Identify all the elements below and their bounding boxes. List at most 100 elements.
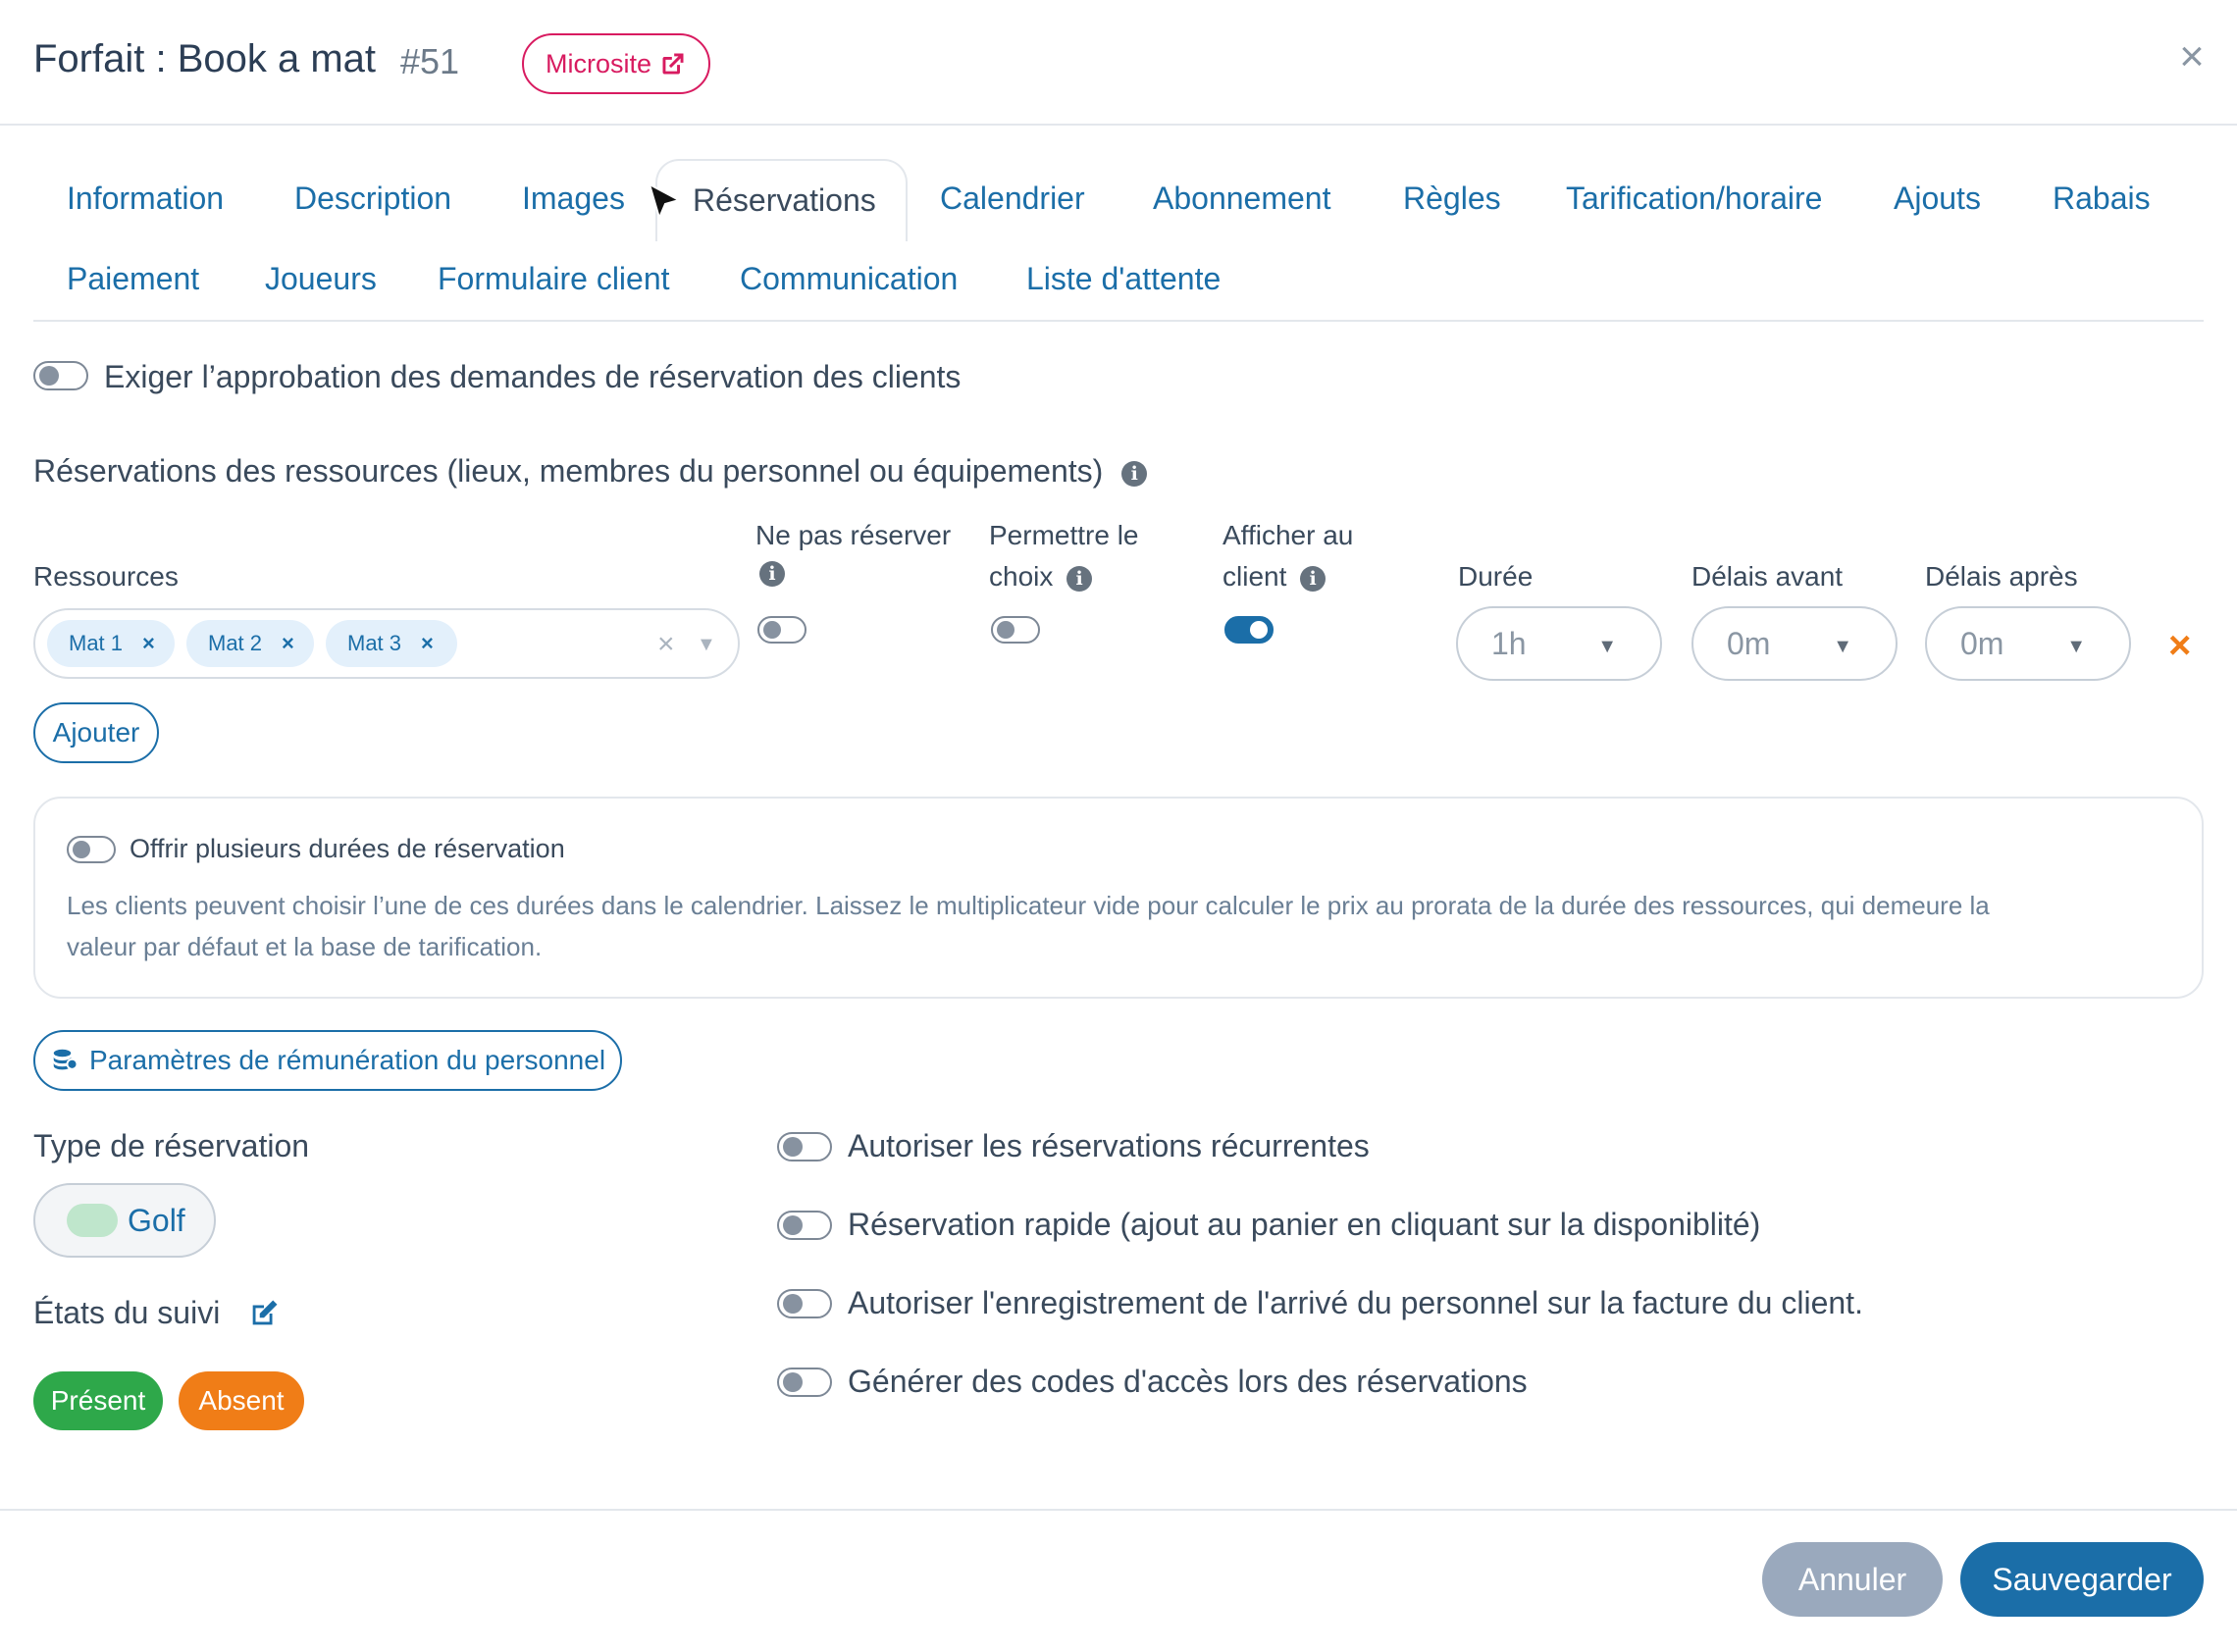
booking-type-chip[interactable]: Golf: [33, 1183, 216, 1258]
tracking-states-label: États du suivi: [33, 1295, 221, 1330]
coins-icon: [53, 1049, 78, 1070]
delay-after-select[interactable]: 0m ▼: [1925, 606, 2131, 681]
chip-label: Mat 3: [347, 631, 402, 655]
save-label: Sauvegarder: [1992, 1561, 2172, 1597]
col-show-client-line2: client: [1223, 561, 1287, 592]
col-show-client: client i: [1223, 561, 1327, 593]
delay-before-value: 0m: [1727, 626, 1771, 661]
external-link-icon: [662, 53, 684, 75]
allow-choice-info-icon[interactable]: i: [1066, 565, 1093, 592]
tab-liste-attente[interactable]: Liste d'attente: [1026, 261, 1221, 297]
delay-after-value: 0m: [1960, 626, 2004, 661]
col-resources: Ressources: [33, 561, 179, 592]
tracking-state-present: Présent: [33, 1371, 163, 1430]
tab-reservations-label: Réservations: [693, 182, 876, 218]
quick-booking-toggle[interactable]: [777, 1211, 832, 1240]
col-delay-before: Délais avant: [1691, 561, 1844, 592]
tracking-state-label: Absent: [198, 1385, 285, 1416]
color-swatch: [67, 1204, 118, 1237]
resource-chip: Mat 3 ×: [326, 620, 457, 667]
chevron-down-icon: ▼: [1833, 636, 1852, 657]
staff-pay-settings-button[interactable]: Paramètres de rémunération du personnel: [33, 1030, 622, 1091]
access-codes-toggle[interactable]: [777, 1368, 832, 1397]
tracking-state-label: Présent: [50, 1385, 146, 1416]
resource-chip: Mat 2 ×: [186, 620, 314, 667]
info-icon[interactable]: i: [1121, 460, 1148, 487]
tab-ajouts[interactable]: Ajouts: [1894, 181, 1981, 217]
col-allow-choice-line2: choix: [989, 561, 1054, 592]
resources-section-title: Réservations des ressources (lieux, memb…: [33, 453, 1148, 490]
cancel-label: Annuler: [1797, 1561, 1907, 1597]
modal-title: Forfait : Book a mat: [33, 37, 377, 80]
tab-formulaire-client[interactable]: Formulaire client: [438, 261, 670, 297]
edit-icon[interactable]: [247, 1297, 281, 1330]
duration-select[interactable]: 1h ▼: [1456, 606, 1662, 681]
chip-label: Mat 1: [69, 631, 124, 655]
show-client-info-icon[interactable]: i: [1300, 565, 1327, 592]
add-resource-button[interactable]: Ajouter: [33, 702, 159, 763]
footer-divider: [0, 1509, 2237, 1511]
col-allow-choice-line1: Permettre le: [989, 520, 1139, 550]
microsite-label: Microsite: [545, 48, 651, 78]
chevron-down-icon[interactable]: ▼: [697, 634, 716, 656]
tab-images[interactable]: Images: [522, 181, 625, 217]
booking-type-value: Golf: [128, 1202, 185, 1238]
tab-reservations[interactable]: Réservations: [655, 159, 908, 241]
save-button[interactable]: Sauvegarder: [1960, 1542, 2204, 1617]
chevron-down-icon: ▼: [1597, 636, 1617, 657]
chip-remove-icon[interactable]: ×: [421, 631, 434, 656]
multi-duration-toggle[interactable]: [67, 836, 116, 863]
cancel-button[interactable]: Annuler: [1762, 1542, 1943, 1617]
tab-communication[interactable]: Communication: [740, 261, 958, 297]
chip-remove-icon[interactable]: ×: [282, 631, 294, 656]
approval-toggle[interactable]: [33, 361, 88, 390]
recurring-toggle[interactable]: [777, 1132, 832, 1162]
no-book-toggle[interactable]: [757, 616, 806, 644]
clear-selection-icon[interactable]: ×: [657, 628, 675, 661]
tab-tarification[interactable]: Tarification/horaire: [1566, 181, 1822, 217]
close-icon[interactable]: ×: [2172, 35, 2211, 78]
microsite-button[interactable]: Microsite: [522, 33, 710, 94]
tab-information[interactable]: Information: [67, 181, 224, 217]
tab-abonnement[interactable]: Abonnement: [1153, 181, 1330, 217]
access-codes-label: Générer des codes d'accès lors des réser…: [848, 1364, 1528, 1399]
tabs-divider: [33, 320, 2204, 322]
add-resource-label: Ajouter: [52, 717, 140, 748]
resources-section-title-text: Réservations des ressources (lieux, memb…: [33, 453, 1104, 489]
tracking-state-absent: Absent: [179, 1371, 304, 1430]
package-number: #51: [400, 41, 460, 81]
tab-regles[interactable]: Règles: [1403, 181, 1501, 217]
col-allow-choice: choix i: [989, 561, 1093, 593]
allow-choice-toggle[interactable]: [991, 616, 1040, 644]
approval-label: Exiger l’approbation des demandes de rés…: [104, 359, 962, 394]
resource-chip: Mat 1 ×: [47, 620, 175, 667]
tab-description[interactable]: Description: [294, 181, 451, 217]
staff-checkin-label: Autoriser l'enregistrement de l'arrivé d…: [848, 1285, 1863, 1320]
quick-booking-label: Réservation rapide (ajout au panier en c…: [848, 1207, 1761, 1242]
duration-value: 1h: [1491, 626, 1527, 661]
col-duration: Durée: [1458, 561, 1534, 592]
chip-remove-icon[interactable]: ×: [142, 631, 155, 656]
remove-row-icon[interactable]: ×: [2168, 624, 2191, 668]
chip-label: Mat 2: [208, 631, 263, 655]
show-client-toggle[interactable]: [1224, 616, 1274, 644]
header-divider: [0, 124, 2237, 126]
delay-before-select[interactable]: 0m ▼: [1691, 606, 1898, 681]
tab-rabais[interactable]: Rabais: [2053, 181, 2151, 217]
resources-multiselect[interactable]: Mat 1 × Mat 2 × Mat 3 × × ▼: [33, 608, 740, 679]
booking-type-label: Type de réservation: [33, 1128, 310, 1163]
multi-duration-panel: Offrir plusieurs durées de réservation L…: [33, 797, 2204, 999]
multi-duration-help-line2: valeur par défaut et la base de tarifica…: [67, 932, 543, 961]
multi-duration-label: Offrir plusieurs durées de réservation: [130, 834, 565, 863]
col-no-book: Ne pas réserver: [755, 520, 952, 550]
col-show-client-line1: Afficher au: [1223, 520, 1354, 550]
tab-joueurs[interactable]: Joueurs: [265, 261, 377, 297]
staff-checkin-toggle[interactable]: [777, 1289, 832, 1318]
tab-calendrier[interactable]: Calendrier: [940, 181, 1085, 217]
tab-paiement[interactable]: Paiement: [67, 261, 199, 297]
recurring-label: Autoriser les réservations récurrentes: [848, 1128, 1370, 1163]
chevron-down-icon: ▼: [2066, 636, 2086, 657]
col-delay-after: Délais après: [1925, 561, 2078, 592]
staff-pay-settings-label: Paramètres de rémunération du personnel: [88, 1045, 606, 1075]
no-book-info-icon[interactable]: i: [759, 561, 785, 587]
